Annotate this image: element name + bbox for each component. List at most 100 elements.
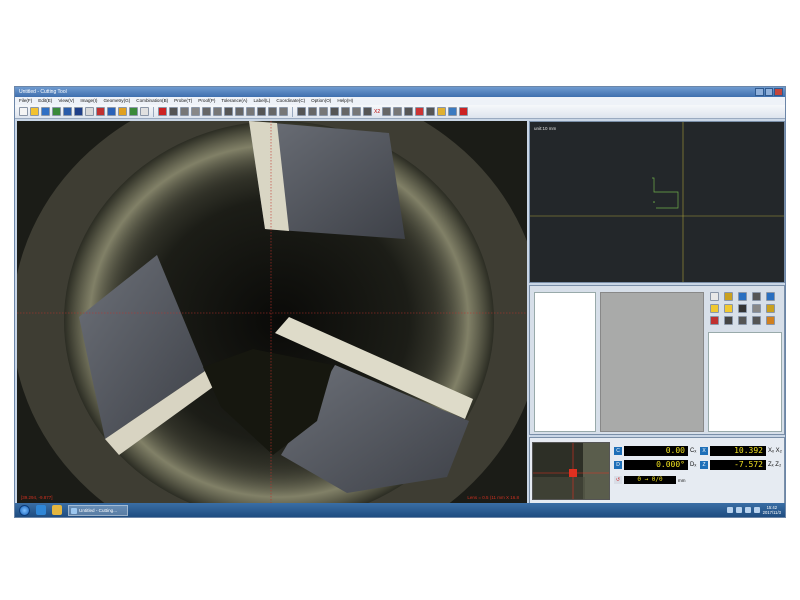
tray-icon-volume[interactable] — [735, 507, 742, 513]
close-button[interactable] — [774, 88, 784, 96]
toolbar-tool-icon-30[interactable] — [352, 107, 361, 116]
toolbar-tool-icon-34[interactable] — [404, 107, 414, 116]
toolbar-tool-icon-23[interactable] — [268, 107, 277, 116]
toolbar-x2-label[interactable]: X2 — [374, 109, 380, 115]
cursor-coordinates: [39.294, -9.877] — [21, 495, 53, 500]
toolbar-tool-icon-37[interactable] — [437, 107, 447, 116]
toolbar-tool-icon-39[interactable] — [459, 107, 469, 116]
menu-edit[interactable]: Edit(E) — [38, 97, 52, 105]
menu-coordinate[interactable]: Coordinate(C) — [276, 97, 305, 105]
toolbar-tool-icon-25[interactable] — [297, 107, 306, 116]
toolbar-tool-icon-21[interactable] — [246, 107, 255, 116]
toolbar-tool-icon-38[interactable] — [448, 107, 458, 116]
feature-tool-icon-5[interactable] — [766, 292, 775, 301]
feature-tool-icon-12[interactable] — [724, 316, 733, 325]
toolbar-tool-icon-32[interactable] — [382, 107, 392, 116]
toolbar-tool-icon-28[interactable] — [330, 107, 339, 116]
menu-file[interactable]: File(F) — [19, 97, 32, 105]
menu-geometry[interactable]: Geometry(G) — [103, 97, 130, 105]
toolbar-tool-icon-20[interactable] — [235, 107, 244, 116]
feature-tool-icon-11[interactable] — [710, 316, 719, 325]
toolbar-tool-icon-35[interactable] — [415, 107, 425, 116]
feature-tool-icon-6[interactable] — [710, 304, 719, 313]
z-zero-button[interactable]: Z — [700, 461, 708, 469]
menu-proof[interactable]: Proof(P) — [198, 97, 215, 105]
toolbar-tool-icon-22[interactable] — [257, 107, 266, 116]
reset-icon[interactable]: ↺ — [614, 476, 622, 484]
drawing-view[interactable]: unit:10 mm — [529, 121, 785, 283]
toolbar-tool-icon-1[interactable] — [19, 107, 28, 116]
toolbar-tool-icon-16[interactable] — [191, 107, 200, 116]
toolbar-tool-icon-5[interactable] — [63, 107, 72, 116]
thumbnail-position-marker — [569, 469, 577, 477]
overview-thumbnail[interactable] — [532, 442, 610, 500]
toolbar-tool-icon-31[interactable] — [363, 107, 372, 116]
thumbnail-image — [533, 443, 609, 499]
feature-tool-icon-1[interactable] — [710, 292, 719, 301]
toolbar-tool-icon-14[interactable] — [169, 107, 178, 116]
menu-tolerance[interactable]: Tolerance(A) — [221, 97, 247, 105]
toolbar-tool-icon-24[interactable] — [279, 107, 288, 116]
feature-tool-icon-4[interactable] — [752, 292, 761, 301]
toolbar-tool-icon-11[interactable] — [129, 107, 138, 116]
toolbar-tool-icon-18[interactable] — [213, 107, 222, 116]
tray-icon-flag[interactable] — [744, 507, 751, 513]
feature-tool-icon-8[interactable] — [738, 304, 747, 313]
menu-option[interactable]: Option(O) — [311, 97, 331, 105]
toolbar-tool-icon-9[interactable] — [107, 107, 116, 116]
menu-label[interactable]: Label(L) — [253, 97, 270, 105]
camera-view[interactable]: [39.294, -9.877] Lens = 0.5 (11 mm X 16.… — [17, 121, 527, 503]
start-button[interactable] — [19, 504, 30, 516]
toolbar-tool-icon-29[interactable] — [341, 107, 350, 116]
toolbar-tool-icon-7[interactable] — [85, 107, 94, 116]
toolbar-tool-icon-33[interactable] — [393, 107, 403, 116]
feature-tool-icon-7[interactable] — [724, 304, 733, 313]
toolbar-tool-icon-36[interactable] — [426, 107, 436, 116]
toolbar-tool-icon-6[interactable] — [74, 107, 83, 116]
toolbar-tool-icon-13[interactable] — [158, 107, 167, 116]
toolbar-tool-icon-27[interactable] — [319, 107, 328, 116]
minimize-button[interactable] — [755, 88, 764, 96]
feature-tool-icon-3[interactable] — [738, 292, 747, 301]
toolbar-tool-icon-17[interactable] — [202, 107, 211, 116]
toolbar-tool-icon-26[interactable] — [308, 107, 317, 116]
x-zero-button[interactable]: X — [700, 447, 708, 455]
toolbar-tool-icon-8[interactable] — [96, 107, 105, 116]
menu-probe[interactable]: Probe(T) — [174, 97, 192, 105]
ie-icon[interactable] — [36, 505, 46, 515]
feature-tool-icon-14[interactable] — [752, 316, 761, 325]
feature-tool-icon-2[interactable] — [724, 292, 733, 301]
taskbar-app-cutting-tool[interactable]: Untitled - Cutting... — [68, 504, 128, 516]
toolbar-tool-icon-4[interactable] — [52, 107, 61, 116]
toolbar-tool-icon-2[interactable] — [30, 107, 39, 116]
c-readout: 0.00 — [624, 446, 688, 456]
feature-tool-icon-10[interactable] — [766, 304, 775, 313]
toolbar-tool-icon-19[interactable] — [224, 107, 233, 116]
toolbar: X2 — [15, 105, 785, 119]
system-clock[interactable]: 15:42 2017/11/3 — [763, 505, 781, 515]
toolbar-tool-icon-3[interactable] — [41, 107, 50, 116]
tray-icon-usb[interactable] — [753, 507, 760, 513]
feature-tool-icon-9[interactable] — [752, 304, 761, 313]
menu-image[interactable]: Image(I) — [80, 97, 97, 105]
d-zero-button[interactable]: D — [614, 461, 622, 469]
toolbar-tool-icon-15[interactable] — [180, 107, 189, 116]
feature-tool-grid — [708, 292, 782, 332]
dro-row-c: C 0.00 Cₓ — [614, 446, 696, 456]
taskbar: Untitled - Cutting... 15:42 2017/11/3 — [15, 503, 785, 517]
toolbar-tool-icon-10[interactable] — [118, 107, 127, 116]
dro-row-x: X 10.392 Xₓ X₂ — [700, 446, 782, 456]
tray-icon-network[interactable] — [726, 507, 733, 513]
menu-combination[interactable]: Combination(B) — [136, 97, 168, 105]
x-axis-label: Xₓ X₂ — [768, 448, 782, 454]
feature-tool-icon-13[interactable] — [738, 316, 747, 325]
feature-tool-icon-15[interactable] — [766, 316, 775, 325]
toolbar-tool-icon-12[interactable] — [140, 107, 149, 116]
menu-view[interactable]: View(V) — [58, 97, 74, 105]
maximize-button[interactable] — [764, 88, 774, 96]
explorer-icon[interactable] — [52, 505, 62, 515]
result-list[interactable] — [708, 332, 782, 432]
menu-help[interactable]: Help(H) — [337, 97, 353, 105]
c-zero-button[interactable]: C — [614, 447, 622, 455]
feature-list[interactable] — [534, 292, 596, 432]
